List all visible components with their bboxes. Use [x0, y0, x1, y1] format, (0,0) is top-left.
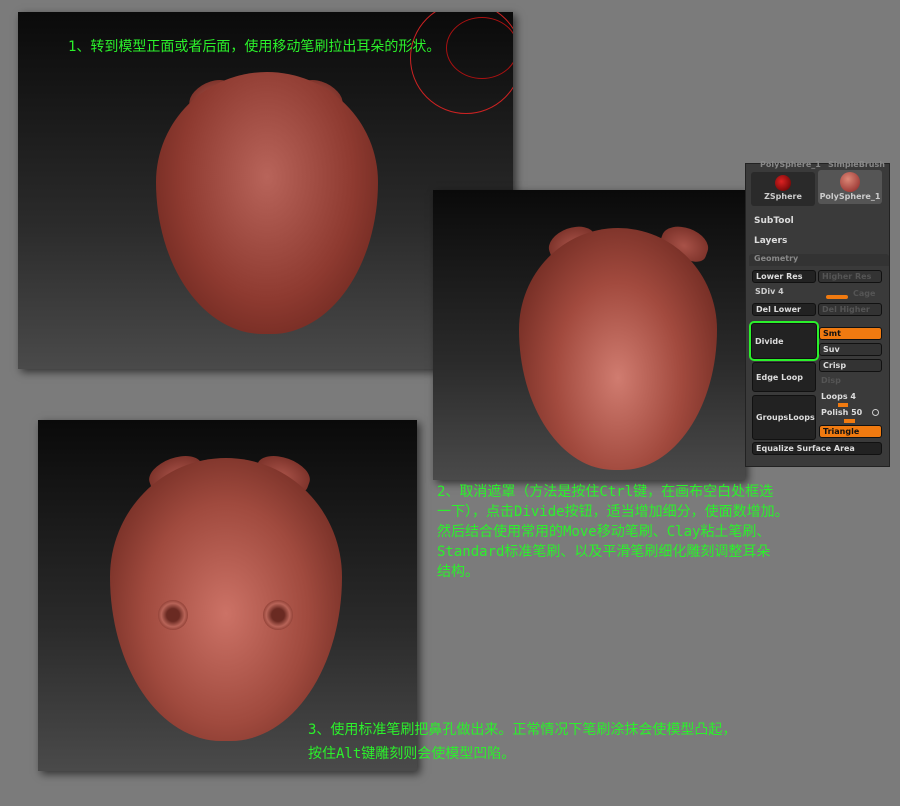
caption-step1: 1、转到模型正面或者后面，使用移动笔刷拉出耳朵的形状。: [68, 39, 441, 55]
head-model: [156, 72, 378, 334]
nostril-left: [158, 600, 188, 630]
triangle-toggle[interactable]: Triangle: [819, 425, 882, 438]
divide-button[interactable]: Divide: [749, 321, 819, 361]
cage-label: Cage: [853, 289, 876, 298]
crisp-toggle[interactable]: Crisp: [819, 359, 882, 372]
polysphere-icon: [840, 172, 860, 192]
higher-res-button[interactable]: Higher Res: [818, 270, 882, 283]
suv-toggle[interactable]: Suv: [819, 343, 882, 356]
geometry-menu[interactable]: Geometry: [749, 254, 889, 266]
edge-loop-button[interactable]: Edge Loop: [752, 362, 816, 392]
lower-res-button[interactable]: Lower Res: [752, 270, 816, 283]
head-model: [110, 458, 342, 741]
head-model: [519, 228, 717, 470]
sdiv-slider[interactable]: SDiv 4: [755, 287, 784, 296]
loops-slider[interactable]: Loops 4: [821, 392, 856, 401]
loops-slider-handle[interactable]: [838, 403, 848, 407]
disp-slider[interactable]: Disp: [821, 376, 841, 385]
label-polysphere: PolySphere_1: [760, 160, 821, 169]
subtool-menu[interactable]: SubTool: [754, 216, 794, 226]
nostril-right: [263, 600, 293, 630]
caption-step3: 3、使用标准笔刷把鼻孔做出来。正常情况下笔刷涂抹会使模型凸起， 按住Alt键雕刻…: [308, 722, 737, 762]
layers-menu[interactable]: Layers: [754, 236, 787, 246]
label-simplebrush: SimpleBrush: [828, 160, 885, 169]
polish-slider[interactable]: Polish 50: [821, 408, 862, 417]
polish-circle-icon[interactable]: [872, 409, 879, 416]
zsphere-icon: [775, 175, 791, 191]
geometry-panel: PolySphere_1 SimpleBrush ZSphere PolySph…: [745, 160, 890, 467]
viewport-step2: [433, 190, 745, 480]
smt-toggle[interactable]: Smt: [819, 327, 882, 340]
tool-polysphere[interactable]: PolySphere_1: [818, 170, 882, 204]
polish-slider-handle[interactable]: [844, 419, 855, 423]
caption-step2: 2、取消遮罩（方法是按住Ctrl键，在画布空白处框选 一下），点击Divide按…: [437, 484, 789, 580]
groups-loops-button[interactable]: GroupsLoops: [752, 395, 816, 440]
equalize-surface-area-button[interactable]: Equalize Surface Area: [752, 442, 882, 455]
del-higher-button[interactable]: Del Higher: [818, 303, 882, 316]
brush-cursor-inner-icon: [446, 17, 513, 79]
sdiv-slider-handle[interactable]: [826, 295, 848, 299]
del-lower-button[interactable]: Del Lower: [752, 303, 816, 316]
tool-zsphere[interactable]: ZSphere: [751, 172, 815, 206]
